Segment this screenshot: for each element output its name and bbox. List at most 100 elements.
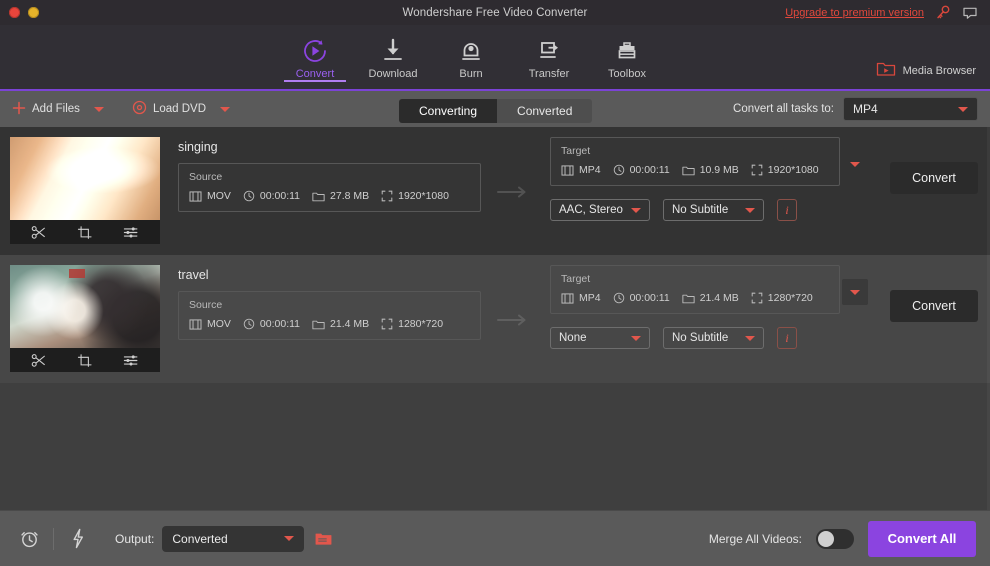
clock-icon [243,190,255,202]
source-meta: MOV 00:00:11 27.8 MB 1920*1080 [189,190,470,202]
task-info-button[interactable]: i [777,199,797,221]
target-resolution: 1280*720 [751,292,813,304]
audio-track-select[interactable]: AAC, Stereo [550,199,650,221]
target-format-dropdown[interactable] [842,279,868,305]
task-source-area: travel Source MOV 00:00:11 [160,265,550,373]
load-dvd-button[interactable]: Load DVD [132,100,206,118]
task-thumbnail[interactable] [10,265,160,372]
source-duration: 00:00:11 [243,190,300,202]
crop-icon[interactable] [71,350,99,370]
subtitle-select[interactable]: No Subtitle [663,327,764,349]
upgrade-to-premium-link[interactable]: Upgrade to premium version [785,7,924,19]
add-files-label: Add Files [32,103,80,115]
conversion-arrow-icon [496,311,530,329]
source-caption: Source [189,171,470,183]
task-source-area: singing Source MOV 00:00:11 [160,137,550,245]
title-bar: Wondershare Free Video Converter Upgrade… [0,0,990,25]
add-files-button[interactable]: Add Files [12,101,80,118]
target-format-dropdown[interactable] [842,151,868,177]
tab-converted[interactable]: Converted [497,99,592,123]
nav-item-transfer[interactable]: Transfer [510,34,588,80]
audio-track-select[interactable]: None [550,327,650,349]
subtitle-select[interactable]: No Subtitle [663,199,764,221]
resolution-icon [751,164,763,176]
convert-play-icon [302,38,328,64]
lightning-bolt-icon[interactable] [63,524,93,554]
task-target-area: Target MP4 00:00:11 [550,137,978,245]
film-icon [189,319,202,330]
resolution-icon [381,190,393,202]
convert-button[interactable]: Convert [890,162,978,194]
effect-sliders-icon[interactable] [117,222,145,242]
task-file-name: travel [178,268,550,282]
media-browser-button[interactable]: Media Browser [876,60,976,81]
thumbnail-image [10,137,160,220]
thumbnail-tools [10,220,160,244]
convert-all-tasks-to-value: MP4 [853,102,878,116]
target-column: Target MP4 00:00:11 [550,265,850,373]
chevron-down-icon [284,536,294,541]
key-icon[interactable] [935,5,951,21]
main-nav: Convert Download [0,25,990,91]
task-tabs: Converting Converted [399,99,592,123]
nav-item-toolbox[interactable]: Toolbox [588,34,666,80]
trim-scissors-icon[interactable] [25,222,53,242]
minimize-window-button[interactable] [28,7,39,18]
nav-label-download: Download [369,68,418,80]
film-icon [189,191,202,202]
target-size: 21.4 MB [682,292,739,304]
alarm-clock-icon[interactable] [14,524,44,554]
thumbnail-tools [10,348,160,372]
source-size: 21.4 MB [312,318,369,330]
target-options-row: AAC, Stereo No Subtitle i [550,199,850,221]
trim-scissors-icon[interactable] [25,350,53,370]
speech-bubble-icon[interactable] [962,5,978,21]
window-controls [0,7,39,18]
source-caption: Source [189,299,470,311]
load-dvd-dropdown-caret[interactable] [220,107,230,112]
output-folder-select[interactable]: Converted [162,526,304,552]
clock-icon [613,292,625,304]
source-meta: MOV 00:00:11 21.4 MB 1280*720 [189,318,470,330]
task-row: travel Source MOV 00:00:11 [0,255,990,383]
effect-sliders-icon[interactable] [117,350,145,370]
task-info-button[interactable]: i [777,327,797,349]
source-format: MOV [189,190,231,202]
nav-items: Convert Download [276,34,666,80]
target-format: MP4 [561,292,601,304]
chevron-down-icon [958,107,968,112]
add-files-dropdown-caret[interactable] [94,107,104,112]
nav-label-transfer: Transfer [529,68,570,80]
convert-all-tasks-to-select[interactable]: MP4 [843,97,978,121]
chevron-down-icon [850,290,860,295]
bottom-bar: Output: Converted Merge All Videos: Conv… [0,510,990,566]
clock-icon [243,318,255,330]
convert-button[interactable]: Convert [890,290,978,322]
nav-item-burn[interactable]: Burn [432,34,510,80]
chevron-down-icon [631,208,641,213]
nav-label-toolbox: Toolbox [608,68,646,80]
media-browser-icon [876,60,896,81]
target-duration: 00:00:11 [613,292,670,304]
target-caption: Target [561,145,829,157]
thumbnail-image [10,265,160,348]
tab-converting[interactable]: Converting [399,99,497,123]
source-resolution: 1280*720 [381,318,443,330]
merge-all-videos-toggle[interactable] [816,529,854,549]
download-arrow-icon [380,38,406,64]
task-target-area: Target MP4 00:00:11 [550,265,978,373]
open-folder-icon[interactable] [315,532,332,546]
subtitle-value: No Subtitle [672,204,728,216]
nav-item-convert[interactable]: Convert [276,34,354,80]
close-window-button[interactable] [9,7,20,18]
plus-icon [12,101,26,118]
target-duration: 00:00:11 [613,164,670,176]
task-thumbnail[interactable] [10,137,160,244]
divider [53,528,54,550]
crop-icon[interactable] [71,222,99,242]
nav-item-download[interactable]: Download [354,34,432,80]
chevron-down-icon [631,336,641,341]
convert-all-button[interactable]: Convert All [868,521,976,557]
audio-track-value: AAC, Stereo [559,204,623,216]
folder-icon [682,165,695,176]
